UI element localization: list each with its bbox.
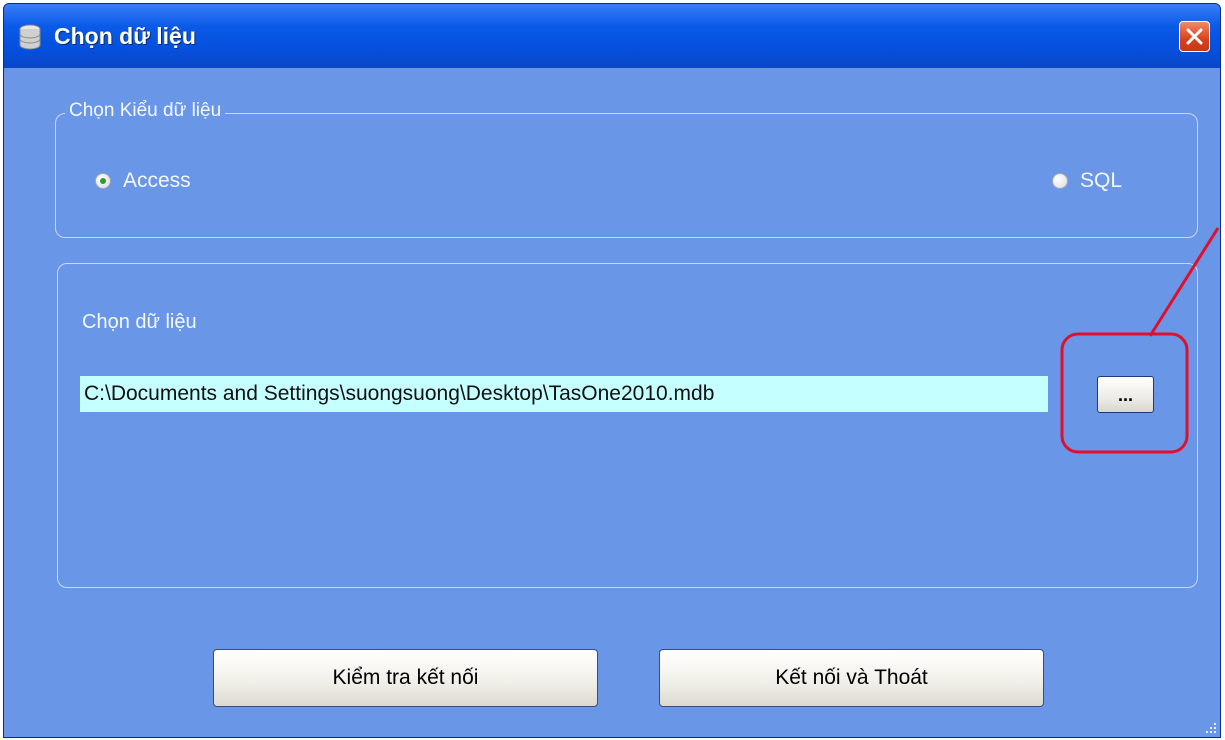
database-path-field[interactable] bbox=[80, 376, 1048, 412]
radio-button-icon bbox=[95, 173, 111, 189]
close-button[interactable] bbox=[1179, 21, 1210, 52]
radio-sql[interactable]: SQL bbox=[1052, 169, 1122, 193]
resize-grip-icon[interactable] bbox=[1202, 719, 1218, 735]
data-select-groupbox: Chọn dữ liệu ... bbox=[57, 263, 1198, 588]
database-icon bbox=[19, 24, 41, 50]
dialog-client-area: Chọn Kiểu dữ liệu Access SQL Chọn dữ liệ… bbox=[11, 68, 1213, 737]
dialog-window: Chọn dữ liệu Chọn Kiểu dữ liệu Access SQ… bbox=[3, 3, 1221, 738]
radio-access-label: Access bbox=[123, 169, 191, 192]
radio-button-icon bbox=[1052, 173, 1068, 189]
data-select-label: Chọn dữ liệu bbox=[82, 311, 197, 333]
radio-sql-label: SQL bbox=[1080, 169, 1123, 192]
data-type-legend: Chọn Kiểu dữ liệu bbox=[65, 100, 226, 122]
browse-button[interactable]: ... bbox=[1097, 376, 1154, 413]
test-connection-button[interactable]: Kiểm tra kết nối bbox=[213, 649, 598, 707]
connect-exit-button[interactable]: Kết nối và Thoát bbox=[659, 649, 1044, 707]
radio-access[interactable]: Access bbox=[95, 169, 191, 193]
data-type-groupbox: Chọn Kiểu dữ liệu Access SQL bbox=[55, 100, 1198, 238]
window-title: Chọn dữ liệu bbox=[54, 23, 196, 49]
close-icon bbox=[1186, 28, 1203, 45]
title-bar[interactable]: Chọn dữ liệu bbox=[4, 4, 1220, 68]
